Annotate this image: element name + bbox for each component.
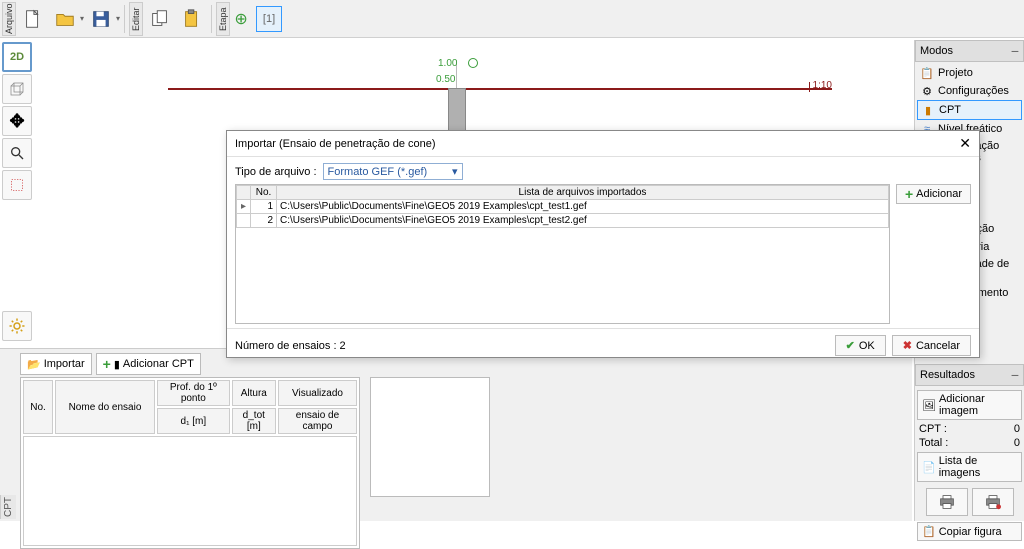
- import-button[interactable]: 📂Importar: [20, 353, 92, 375]
- bottom-tab-cpt[interactable]: CPT: [0, 495, 16, 519]
- results-minimize-icon[interactable]: −: [1011, 367, 1019, 383]
- cpt-count-label: CPT :: [919, 423, 947, 435]
- results-header-label: Resultados: [920, 369, 975, 381]
- test-count-label: Número de ensaios : 2: [235, 340, 346, 352]
- col-depth-l1: Prof. do 1º ponto: [157, 380, 230, 406]
- print-button[interactable]: [926, 488, 968, 516]
- total-count-label: Total :: [919, 437, 948, 449]
- x-icon: ✖: [903, 339, 912, 352]
- import-icon: 📂: [27, 358, 41, 371]
- print-color-button[interactable]: [972, 488, 1014, 516]
- ok-button[interactable]: ✔OK: [835, 335, 886, 356]
- group-label-arquivo: Arquivo: [2, 2, 16, 36]
- paste-button[interactable]: [177, 4, 207, 34]
- gear-icon: ⚙: [920, 84, 934, 98]
- load-marker-icon: [468, 58, 478, 68]
- preview-box: [370, 377, 490, 497]
- project-icon: 📋: [920, 66, 934, 80]
- col-viz-l1: Visualizado: [278, 380, 357, 406]
- file-row[interactable]: 2C:\Users\Public\Documents\Fine\GEO5 201…: [237, 214, 889, 228]
- list-images-button[interactable]: 📄Lista de imagens: [917, 452, 1022, 482]
- add-stage-button[interactable]: ⊕: [232, 4, 250, 34]
- dimension-mid: 0.50: [436, 74, 455, 85]
- stage-1-tab[interactable]: [1]: [256, 6, 282, 32]
- group-label-etapa: Etapa: [216, 2, 230, 36]
- group-label-editar: Editar: [129, 2, 143, 36]
- plus-icon: +: [103, 356, 111, 372]
- file-type-select[interactable]: Formato GEF (*.gef) ▾: [323, 163, 463, 180]
- file-type-label: Tipo de arquivo :: [235, 166, 317, 178]
- add-file-button[interactable]: +Adicionar: [896, 184, 971, 204]
- cpt-icon: ▮: [921, 103, 935, 117]
- col-name: Nome do ensaio: [55, 380, 155, 434]
- list-icon: 📄: [922, 461, 936, 474]
- file-row[interactable]: ▸1C:\Users\Public\Documents\Fine\GEO5 20…: [237, 200, 889, 214]
- dimension-top: 1.00: [438, 58, 457, 69]
- mode-cpt[interactable]: ▮CPT: [917, 100, 1022, 120]
- modes-header: Modos −: [915, 40, 1024, 62]
- settings-gear-button[interactable]: [2, 311, 32, 341]
- col-file-no: No.: [251, 186, 277, 200]
- col-viz-l2: ensaio de campo: [278, 408, 357, 434]
- view-2d-button[interactable]: 2D: [2, 42, 32, 72]
- cpt-small-icon: ▮: [114, 358, 120, 371]
- zoom-button[interactable]: [2, 138, 32, 168]
- open-file-button[interactable]: [50, 4, 80, 34]
- dialog-title: Importar (Ensaio de penetração de cone): [235, 138, 436, 150]
- save-file-button[interactable]: [86, 4, 116, 34]
- copy-button[interactable]: [145, 4, 175, 34]
- view-3d-button[interactable]: [2, 74, 32, 104]
- add-image-button[interactable]: 🖼Adicionar imagem: [917, 390, 1022, 420]
- left-toolbar: 2D ✥: [2, 42, 36, 341]
- col-depth-l2: d₁ [m]: [157, 408, 230, 434]
- cancel-button[interactable]: ✖Cancelar: [892, 335, 971, 356]
- top-toolbar: Arquivo ▾ ▾ Editar Etapa ⊕ [1]: [0, 0, 1024, 38]
- col-file-list: Lista de arquivos importados: [277, 186, 889, 200]
- new-file-button[interactable]: [18, 4, 48, 34]
- minimize-icon[interactable]: −: [1011, 43, 1019, 59]
- check-icon: ✔: [846, 339, 855, 352]
- import-dialog: Importar (Ensaio de penetração de cone) …: [226, 130, 980, 358]
- col-no: No.: [23, 380, 53, 434]
- cpt-table[interactable]: No. Nome do ensaio Prof. do 1º ponto Alt…: [20, 377, 360, 549]
- col-alt-l2: d_tot [m]: [232, 408, 276, 434]
- mode-projeto[interactable]: 📋Projeto: [917, 64, 1022, 82]
- copy-icon: 📋: [922, 525, 936, 538]
- results-header: Resultados −: [915, 364, 1024, 386]
- image-plus-icon: 🖼: [922, 399, 936, 412]
- total-count-value: 0: [1014, 437, 1020, 449]
- bottom-panel: CPT 📂Importar +▮Adicionar CPT No. Nome d…: [0, 348, 912, 521]
- cpt-count-value: 0: [1014, 423, 1020, 435]
- plus-icon: +: [905, 186, 913, 202]
- copy-figure-button[interactable]: 📋Copiar figura: [917, 522, 1022, 541]
- save-dropdown-icon[interactable]: ▾: [116, 14, 120, 23]
- scale-label: 1:10: [813, 80, 832, 91]
- file-list-table[interactable]: No. Lista de arquivos importados ▸1C:\Us…: [235, 184, 890, 324]
- chevron-down-icon: ▾: [452, 165, 458, 178]
- add-cpt-button[interactable]: +▮Adicionar CPT: [96, 353, 201, 375]
- fit-view-button[interactable]: [2, 170, 32, 200]
- ground-line: [168, 88, 832, 90]
- dialog-close-button[interactable]: ✕: [959, 135, 971, 152]
- col-alt-l1: Altura: [232, 380, 276, 406]
- open-dropdown-icon[interactable]: ▾: [80, 14, 84, 23]
- move-view-button[interactable]: ✥: [2, 106, 32, 136]
- modes-header-label: Modos: [920, 45, 953, 57]
- mode-config[interactable]: ⚙Configurações: [917, 82, 1022, 100]
